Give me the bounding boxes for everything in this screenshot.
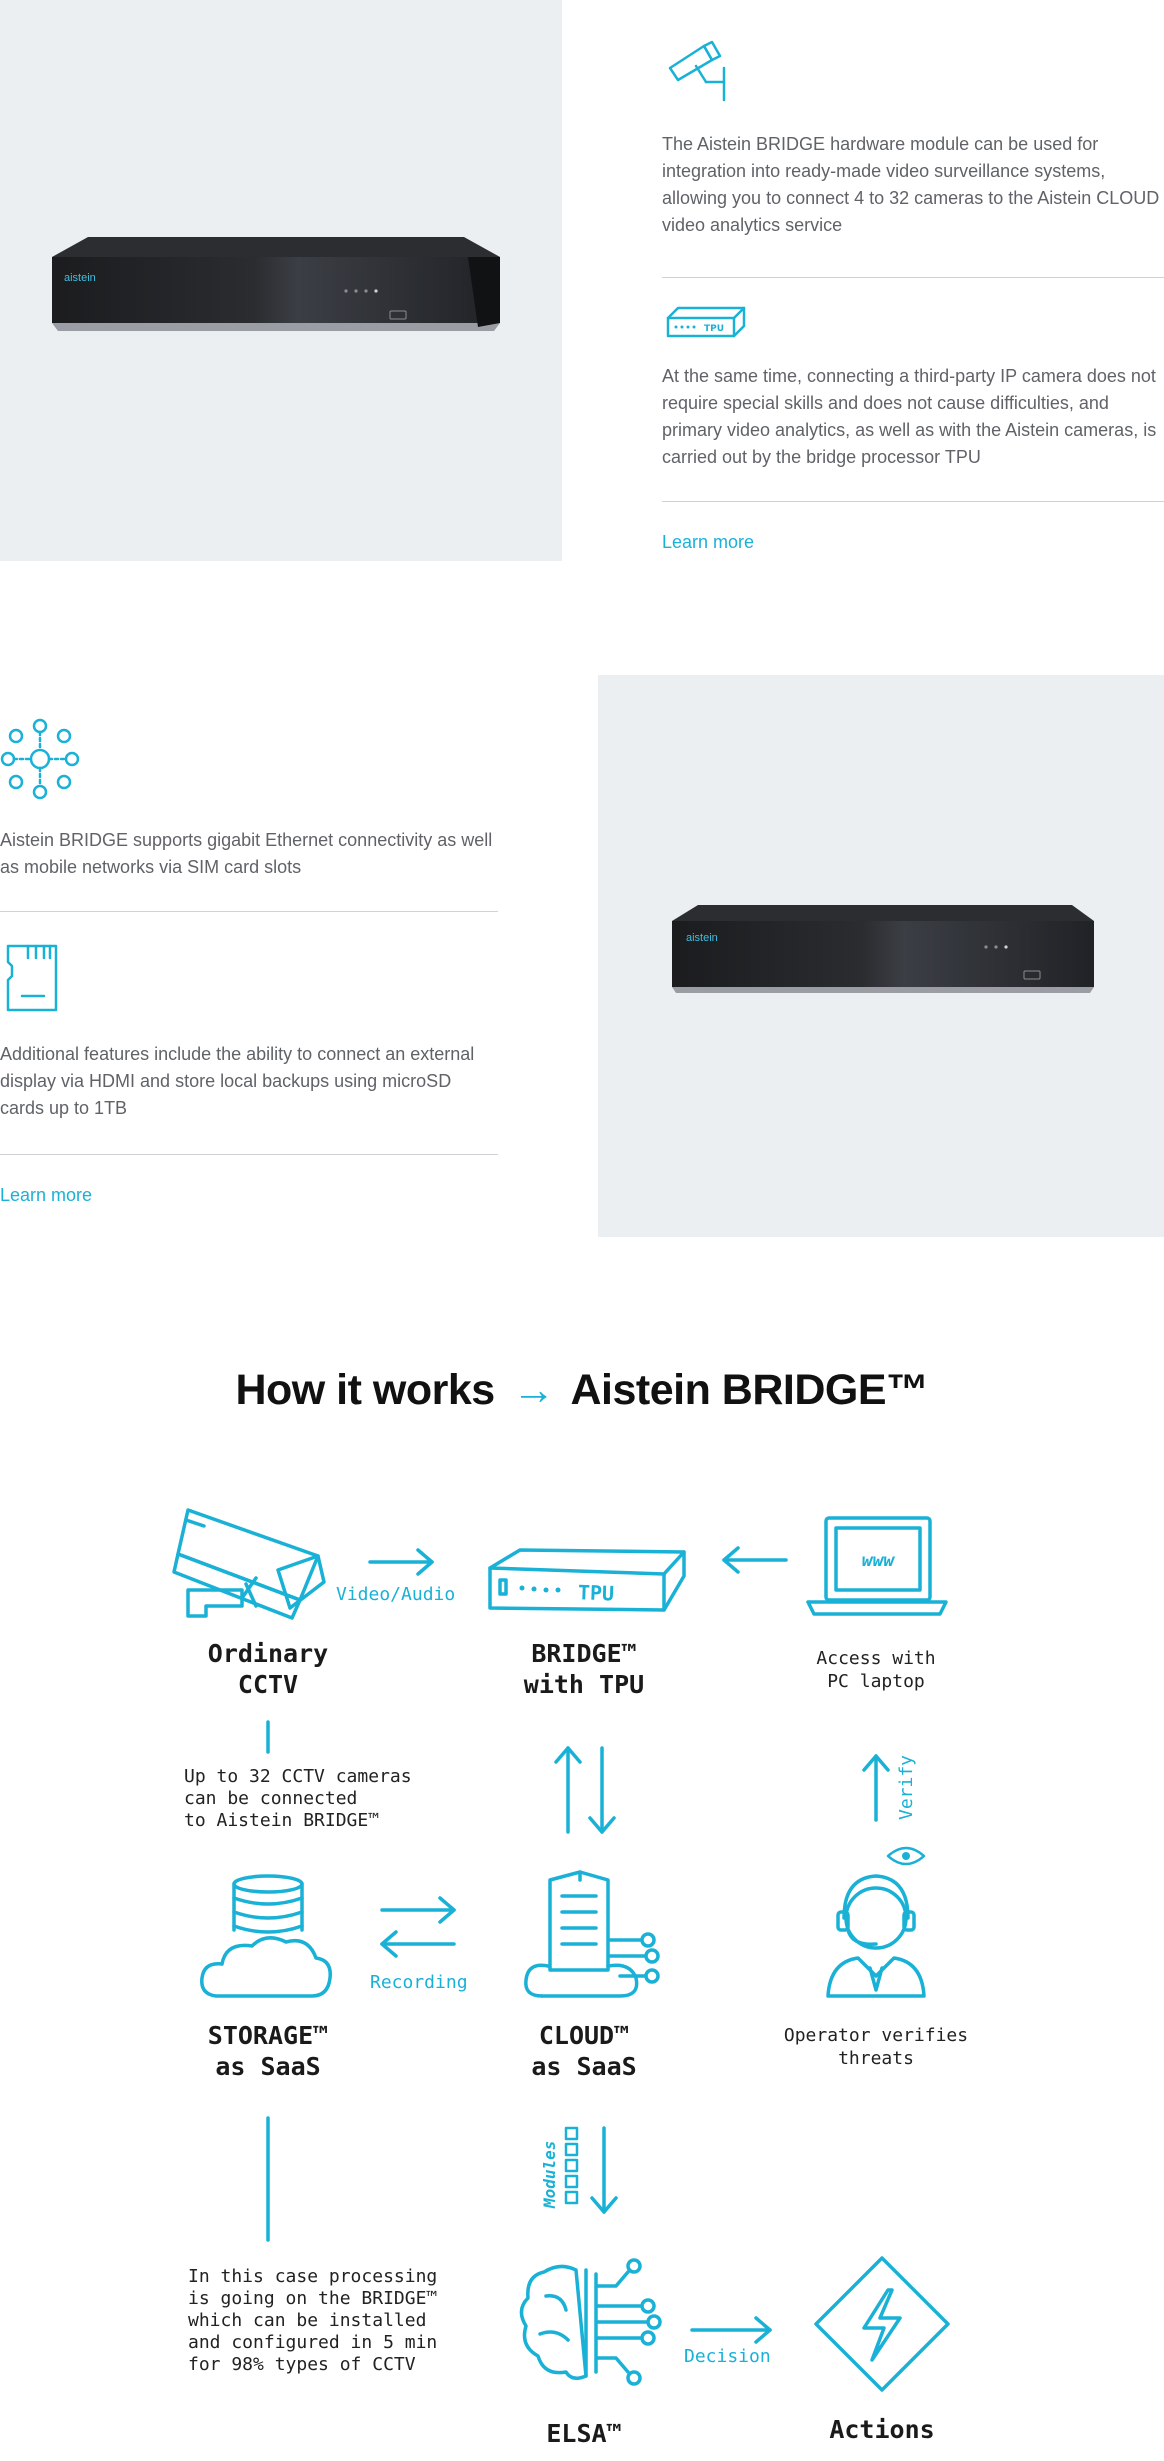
feature-column-1: The Aistein BRIDGE hardware module can b… [662,38,1164,553]
recording-arrows-icon [380,1896,456,1958]
node-label-bridge: BRIDGE™ with TPU [523,1639,645,1699]
feature-column-2: Aistein BRIDGE supports gigabit Ethernet… [0,718,498,1206]
node-label-elsa: ELSA™ [546,2419,622,2448]
tpu-device-icon: TPU [666,306,746,338]
node-label-operator: Operator verifies threats [783,2025,969,2069]
feature-text: Aistein BRIDGE supports gigabit Ethernet… [0,830,493,877]
modules-icon [564,2126,579,2205]
svg-text:TPU: TPU [578,1580,615,1605]
feature-text: The Aistein BRIDGE hardware module can b… [662,134,1160,235]
arrow-right-icon [690,2316,772,2344]
learn-more-link[interactable]: Learn more [662,532,754,553]
divider [662,277,1164,278]
operator-icon [826,1874,926,1998]
cctv-icon [172,1508,326,1620]
sd-card-icon [6,944,58,1012]
divider [662,501,1164,502]
title-right: Aistein BRIDGE™ [570,1366,929,1414]
title-left: How it works [235,1366,495,1414]
node-label-actions: Actions [829,2415,935,2444]
learn-more-link[interactable]: Learn more [0,1185,92,1206]
storage-icon [200,1874,332,1998]
svg-text:TPU: TPU [704,324,724,334]
edge-label-recording: Recording [370,1972,468,1993]
svg-text:aistein: aistein [64,272,96,284]
storage-note: In this case processing is going on the … [188,2266,438,2375]
edge-label-video-audio: Video/Audio [336,1584,456,1605]
device-image-panel: aistein [598,675,1164,1237]
cctv-note: Up to 32 CCTV cameras can be connected t… [184,1766,412,1831]
svg-text:www: www [862,1550,896,1571]
bridge-device-image: aistein [672,905,1094,993]
feature-text: Additional features include the ability … [0,1044,475,1118]
arrow-left-icon [722,1546,788,1574]
device-image-panel: aistein [0,0,562,561]
divider [0,911,498,912]
svg-text:aistein: aistein [686,932,718,944]
lightning-diamond-icon [814,2256,950,2392]
title-arrow-icon: → [512,1366,555,1414]
network-icon [0,718,80,800]
bidirectional-arrows-icon [554,1746,616,1834]
edge-label-verify: Verify [896,1754,917,1820]
cctv-camera-icon [668,40,726,102]
brain-icon [519,2258,662,2386]
divider [0,1154,498,1155]
bridge-device-image: aistein [52,237,500,331]
node-label-laptop: Access with PC laptop [816,1648,936,1692]
edge-label-decision: Decision [684,2346,771,2367]
how-it-works-title: How it works → Aistein BRIDGE™ [0,1366,1164,1415]
feature-text: At the same time, connecting a third-par… [662,366,1157,467]
node-label-cctv: Ordinary CCTV [207,1639,329,1699]
how-it-works-diagram: TPU www [172,1508,950,2392]
arrow-right-icon [368,1548,434,1576]
node-label-storage: STORAGE™ as SaaS [207,2021,329,2081]
arrow-up-icon [862,1754,890,1822]
arrow-down-icon [590,2126,618,2214]
edge-label-modules: Modules [540,2140,559,2208]
node-label-cloud: CLOUD™ as SaaS [531,2021,637,2081]
cloud-server-icon [524,1870,660,1998]
